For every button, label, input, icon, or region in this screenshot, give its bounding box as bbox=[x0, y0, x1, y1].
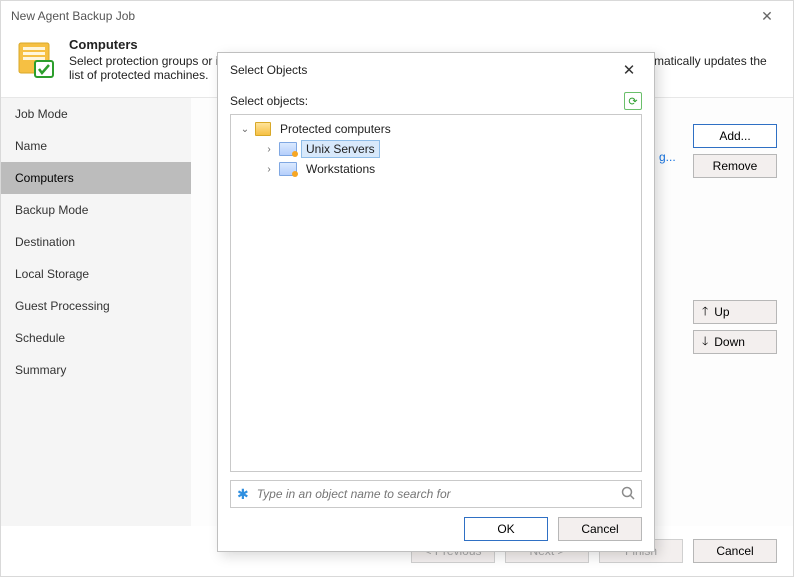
tree-item-label: Workstations bbox=[301, 160, 380, 178]
step-guest-processing[interactable]: Guest Processing bbox=[1, 290, 191, 322]
wizard-window: New Agent Backup Job ✕ Computers Select … bbox=[0, 0, 794, 577]
dialog-title: Select Objects bbox=[230, 63, 307, 77]
step-computers[interactable]: Computers bbox=[1, 162, 191, 194]
search-input[interactable] bbox=[255, 486, 621, 502]
tree-root[interactable]: ⌄ Protected computers bbox=[235, 119, 637, 139]
ok-button[interactable]: OK bbox=[464, 517, 548, 541]
dialog-cancel-button[interactable]: Cancel bbox=[558, 517, 642, 541]
window-title: New Agent Backup Job bbox=[11, 9, 135, 23]
step-local-storage[interactable]: Local Storage bbox=[1, 258, 191, 290]
select-objects-dialog: Select Objects ✕ Select objects: ⟳ ⌄ Pro… bbox=[217, 52, 655, 552]
titlebar: New Agent Backup Job ✕ bbox=[1, 1, 793, 31]
down-button[interactable]: 🡓Down bbox=[693, 330, 777, 354]
step-summary[interactable]: Summary bbox=[1, 354, 191, 386]
page-title: Computers bbox=[69, 37, 779, 52]
step-destination[interactable]: Destination bbox=[1, 226, 191, 258]
dialog-titlebar: Select Objects ✕ bbox=[218, 53, 654, 88]
tree-item-label: Unix Servers bbox=[301, 140, 380, 158]
dialog-close-button[interactable]: ✕ bbox=[616, 61, 642, 79]
protection-group-icon bbox=[279, 142, 297, 156]
search-icon[interactable] bbox=[621, 486, 635, 503]
list-truncated-text: g... bbox=[659, 150, 676, 164]
search-star-icon: ✱ bbox=[237, 486, 249, 503]
arrow-up-icon: 🡑 bbox=[702, 302, 708, 323]
folder-icon bbox=[255, 122, 271, 136]
protection-group-icon bbox=[279, 162, 297, 176]
up-button[interactable]: 🡑Up bbox=[693, 300, 777, 324]
add-button[interactable]: Add... bbox=[693, 124, 777, 148]
tree-item-workstations[interactable]: › Workstations bbox=[235, 159, 637, 179]
window-close-button[interactable]: ✕ bbox=[751, 6, 783, 26]
select-objects-label: Select objects: bbox=[230, 94, 308, 108]
tree-root-label: Protected computers bbox=[275, 120, 396, 138]
objects-tree[interactable]: ⌄ Protected computers › Unix Servers › W… bbox=[230, 114, 642, 472]
search-box[interactable]: ✱ bbox=[230, 480, 642, 508]
cancel-button[interactable]: Cancel bbox=[693, 539, 777, 563]
wizard-steps-sidebar: Job Mode Name Computers Backup Mode Dest… bbox=[1, 97, 191, 526]
refresh-button[interactable]: ⟳ bbox=[624, 92, 642, 110]
object-list-buttons: Add... Remove 🡑Up 🡓Down bbox=[693, 124, 777, 360]
remove-button[interactable]: Remove bbox=[693, 154, 777, 178]
dialog-label-row: Select objects: ⟳ bbox=[218, 88, 654, 112]
step-job-mode[interactable]: Job Mode bbox=[1, 98, 191, 130]
expand-icon[interactable]: › bbox=[263, 144, 275, 155]
expand-icon[interactable]: › bbox=[263, 164, 275, 175]
dialog-footer: OK Cancel bbox=[218, 507, 654, 551]
step-schedule[interactable]: Schedule bbox=[1, 322, 191, 354]
tree-item-unix-servers[interactable]: › Unix Servers bbox=[235, 139, 637, 159]
collapse-icon[interactable]: ⌄ bbox=[239, 124, 251, 135]
wizard-icon bbox=[15, 39, 55, 79]
step-backup-mode[interactable]: Backup Mode bbox=[1, 194, 191, 226]
arrow-down-icon: 🡓 bbox=[702, 332, 708, 353]
step-name[interactable]: Name bbox=[1, 130, 191, 162]
